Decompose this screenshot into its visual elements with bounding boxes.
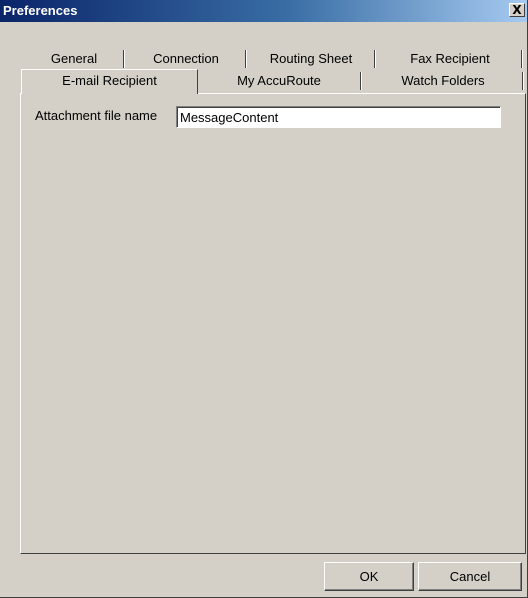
tab-label: Connection <box>153 51 219 66</box>
title-bar[interactable]: Preferences X <box>0 0 527 22</box>
preferences-dialog: Preferences X General Connection Routing… <box>0 0 528 598</box>
tab-label: Fax Recipient <box>410 51 490 66</box>
attachment-file-name-label: Attachment file name <box>35 108 158 123</box>
tab-watch-folders[interactable]: Watch Folders <box>364 72 522 92</box>
attachment-file-name-input[interactable] <box>176 106 501 128</box>
ok-button[interactable]: OK <box>324 562 414 591</box>
tab-divider <box>123 50 125 68</box>
tab-divider <box>374 50 376 68</box>
tab-label: Routing Sheet <box>269 51 353 66</box>
tab-label: E-mail Recipient <box>62 73 157 88</box>
tab-divider <box>522 72 524 90</box>
window-title: Preferences <box>3 3 78 18</box>
close-button[interactable]: X <box>509 3 525 17</box>
tab-divider <box>521 50 523 68</box>
tab-my-accuroute[interactable]: My AccuRoute <box>198 72 360 92</box>
tab-divider <box>245 50 247 68</box>
tab-label: My AccuRoute <box>237 73 321 88</box>
tab-panel <box>20 93 526 554</box>
tab-connection[interactable]: Connection <box>128 50 244 70</box>
tab-fax-recipient[interactable]: Fax Recipient <box>380 50 520 70</box>
tab-label: Watch Folders <box>401 73 485 88</box>
tab-divider <box>360 72 362 90</box>
tab-general[interactable]: General <box>24 50 124 70</box>
close-icon: X <box>512 3 522 17</box>
tab-routing-sheet[interactable]: Routing Sheet <box>248 50 374 70</box>
tab-email-recipient[interactable]: E-mail Recipient <box>21 69 198 94</box>
tab-label: General <box>50 51 98 66</box>
cancel-button[interactable]: Cancel <box>418 562 522 591</box>
